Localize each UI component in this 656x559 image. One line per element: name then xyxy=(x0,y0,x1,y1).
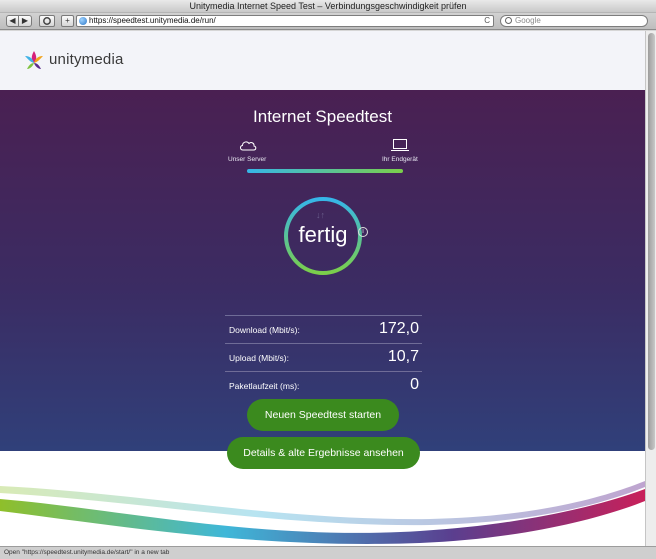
unitymedia-logo-icon[interactable] xyxy=(22,49,46,73)
decorative-swoosh xyxy=(0,481,645,544)
status-bar: Open "https://speedtest.unitymedia.de/st… xyxy=(0,546,656,559)
result-label: Paketlaufzeit (ms): xyxy=(229,381,300,391)
url-input[interactable]: https://speedtest.unitymedia.de/run/ C xyxy=(76,15,494,27)
header: unitymedia xyxy=(0,31,645,90)
progress-bar xyxy=(247,169,403,173)
new-speedtest-button[interactable]: Neuen Speedtest starten xyxy=(247,399,399,431)
browser-toolbar: ◀ ▶ + https://speedtest.unitymedia.de/ru… xyxy=(0,13,656,30)
transfer-arrows-icon: ↓↑ xyxy=(316,210,325,220)
laptop-icon xyxy=(391,139,409,151)
server-label: Unser Server xyxy=(228,156,267,163)
result-row-download: Download (Mbit/s): 172,0 xyxy=(225,315,422,343)
result-value: 172,0 xyxy=(378,320,419,337)
page-title: Internet Speedtest xyxy=(253,107,392,126)
info-icon[interactable]: i xyxy=(358,227,368,237)
search-icon xyxy=(505,17,512,24)
browser-window: Unitymedia Internet Speed Test – Verbind… xyxy=(0,0,656,559)
reader-button[interactable] xyxy=(39,15,55,27)
status-text: fertig xyxy=(298,222,348,247)
web-page: unitymedia Internet Speedtest Unser Serv… xyxy=(0,31,645,546)
brand-name: unitymedia xyxy=(49,51,124,68)
cloud-icon xyxy=(240,141,257,151)
forward-button[interactable]: ▶ xyxy=(19,15,32,27)
globe-icon xyxy=(79,17,87,25)
url-text: https://speedtest.unitymedia.de/run/ xyxy=(89,16,216,25)
result-row-upload: Upload (Mbit/s): 10,7 xyxy=(225,343,422,371)
circle-icon xyxy=(43,17,51,25)
result-row-latency: Paketlaufzeit (ms): 0 xyxy=(225,371,422,399)
results-table: Download (Mbit/s): 172,0 Upload (Mbit/s)… xyxy=(225,315,422,399)
scrollbar-thumb[interactable] xyxy=(648,33,655,450)
result-label: Download (Mbit/s): xyxy=(229,325,300,335)
device-label: Ihr Endgerät xyxy=(382,156,418,163)
window-title: Unitymedia Internet Speed Test – Verbind… xyxy=(0,0,656,13)
reload-icon[interactable]: C xyxy=(484,16,490,26)
result-label: Upload (Mbit/s): xyxy=(229,353,289,363)
result-value: 0 xyxy=(410,376,419,393)
back-button[interactable]: ◀ xyxy=(6,15,19,27)
search-input[interactable]: Google xyxy=(500,15,648,27)
add-bookmark-button[interactable]: + xyxy=(61,15,74,27)
speedtest-panel: Internet Speedtest Unser Server Ihr Endg… xyxy=(0,90,645,469)
search-placeholder: Google xyxy=(515,16,541,25)
vertical-scrollbar[interactable] xyxy=(645,31,656,546)
result-value: 10,7 xyxy=(387,348,419,365)
